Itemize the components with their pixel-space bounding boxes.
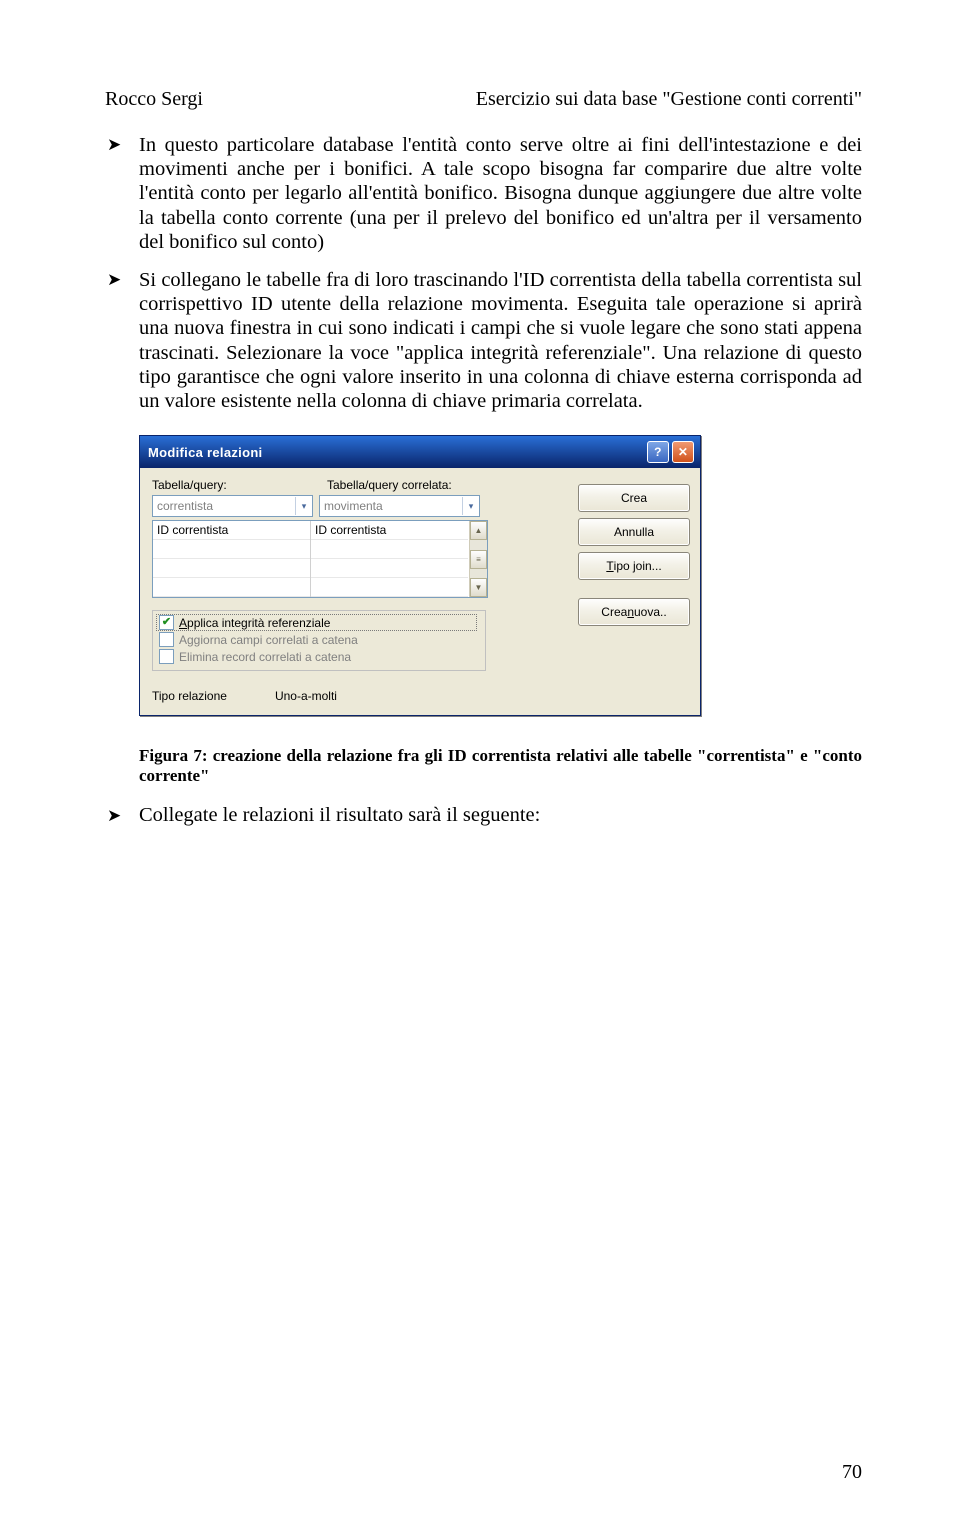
bullet-item-2: Si collegano le tabelle fra di loro tras…	[105, 268, 862, 413]
titlebar-help-button[interactable]: ?	[647, 441, 669, 463]
scroll-down-icon[interactable]: ▼	[470, 578, 487, 597]
label-table-query: Tabella/query:	[152, 478, 307, 492]
join-type-button[interactable]: Tipo join...	[578, 552, 690, 580]
reltype-value: Uno-a-molti	[275, 689, 337, 703]
check1-label: pplica integrità referenziale	[187, 616, 330, 630]
dropdown-related-value: movimenta	[324, 499, 383, 513]
edit-relationships-dialog: Modifica relazioni ? ✕ Tabella/query: Ta…	[139, 435, 701, 716]
paragraph-3: Collegate le relazioni il risultato sarà…	[105, 804, 862, 827]
create-button[interactable]: Crea	[578, 484, 690, 512]
reltype-label: Tipo relazione	[152, 689, 227, 703]
dropdown-related-table[interactable]: movimenta ▾	[319, 495, 480, 517]
bullet-item-1: In questo particolare database l'entità …	[105, 133, 862, 254]
page-header: Rocco Sergi Esercizio sui data base "Ges…	[105, 88, 862, 111]
create-new-button[interactable]: Crea nuova..	[578, 598, 690, 626]
check-enforce-integrity[interactable]: ✔ Applica integrità referenziale	[156, 614, 477, 631]
paragraph-2: Si collegano le tabelle fra di loro tras…	[105, 268, 862, 413]
paragraph-1: In questo particolare database l'entità …	[105, 133, 862, 254]
relationship-type-row: Tipo relazione Uno-a-molti	[152, 689, 566, 703]
check-cascade-delete[interactable]: Elimina record correlati a catena	[159, 648, 477, 665]
grid-right-cell[interactable]: ID correntista	[311, 521, 468, 540]
chevron-down-icon: ▾	[462, 497, 479, 515]
scroll-thumb[interactable]: ≡	[470, 550, 487, 569]
scroll-up-icon[interactable]: ▲	[470, 521, 487, 540]
dialog-titlebar: Modifica relazioni ? ✕	[140, 436, 700, 468]
checkbox-empty-icon[interactable]	[159, 649, 174, 664]
chevron-down-icon: ▾	[295, 497, 312, 515]
checkbox-checked-icon[interactable]: ✔	[159, 615, 174, 630]
grid-scrollbar[interactable]: ▲ ≡ ▼	[469, 521, 487, 597]
figure-caption: Figura 7: creazione della relazione fra …	[139, 746, 862, 786]
checkbox-empty-icon[interactable]	[159, 632, 174, 647]
integrity-options: ✔ Applica integrità referenziale Aggiorn…	[152, 610, 486, 671]
fields-grid[interactable]: ID correntista ID correntista	[152, 520, 488, 598]
label-related-table-query: Tabella/query correlata:	[327, 478, 452, 492]
dialog-title: Modifica relazioni	[148, 445, 262, 460]
dropdown-table-value: correntista	[157, 499, 213, 513]
header-left: Rocco Sergi	[105, 88, 203, 111]
check3-label: Elimina record correlati a catena	[179, 650, 351, 664]
bullet-item-3: Collegate le relazioni il risultato sarà…	[105, 804, 862, 827]
check2-label: Aggiorna campi correlati a catena	[179, 633, 358, 647]
check-cascade-update[interactable]: Aggiorna campi correlati a catena	[159, 631, 477, 648]
header-right: Esercizio sui data base "Gestione conti …	[476, 88, 862, 111]
grid-left-cell[interactable]: ID correntista	[153, 521, 310, 540]
titlebar-close-button[interactable]: ✕	[672, 441, 694, 463]
page-number: 70	[842, 1461, 862, 1484]
cancel-button[interactable]: Annulla	[578, 518, 690, 546]
dropdown-table[interactable]: correntista ▾	[152, 495, 313, 517]
